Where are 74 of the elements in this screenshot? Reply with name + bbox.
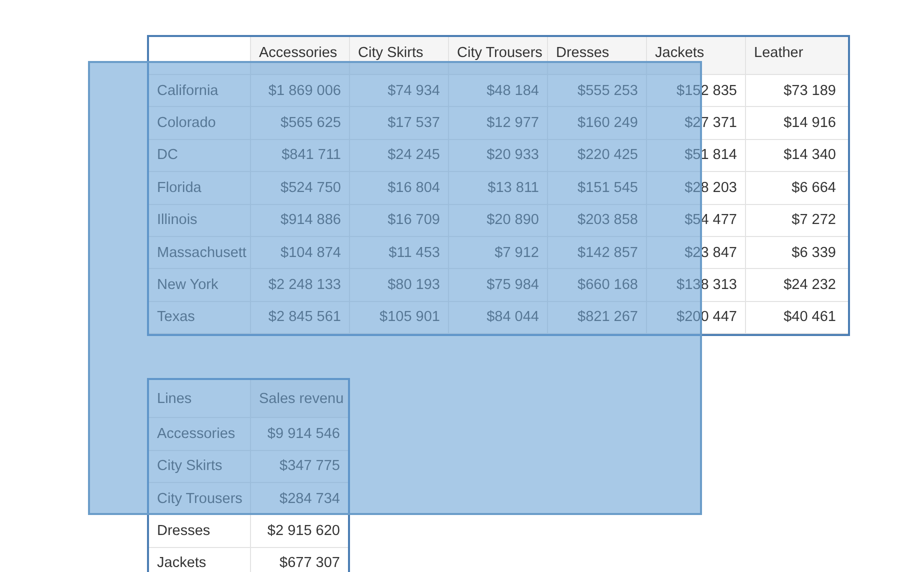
table-cell: $7 912 (448, 236, 547, 268)
table-cell: $6 339 (745, 236, 844, 268)
table-cell: $138 313 (646, 269, 745, 301)
table-cell: $23 847 (646, 236, 745, 268)
header-cell: Dresses (547, 37, 646, 74)
table-cell: $84 044 (448, 302, 547, 334)
table-cell: $74 934 (349, 75, 448, 106)
table-cell: $565 625 (250, 107, 349, 139)
table-cell: $11 453 (349, 236, 448, 268)
table-cell: $1 869 006 (250, 75, 349, 106)
table-cell: $841 711 (250, 140, 349, 172)
row-header: Massachusett (156, 244, 248, 263)
table-cell: $555 253 (547, 75, 646, 106)
table-cell: $17 537 (349, 107, 448, 139)
header-cell: City Trousers (448, 37, 547, 74)
table-cell: $54 477 (646, 204, 745, 236)
table-cell: $821 267 (547, 302, 646, 334)
table-cell: $2 248 133 (250, 269, 349, 301)
table-cell: $284 734 (250, 482, 348, 514)
table-cell: $104 874 (250, 236, 349, 268)
table-cell: $160 249 (547, 107, 646, 139)
table-cell: $20 933 (448, 140, 547, 172)
table-cell: $28 203 (646, 172, 745, 204)
table-cell: $7 272 (745, 204, 844, 236)
table-cell: $660 168 (547, 269, 646, 301)
table-cell: $51 814 (646, 140, 745, 172)
row-header: Jackets (156, 554, 208, 572)
table-cell: $14 340 (745, 140, 844, 172)
table-cell: $27 371 (646, 107, 745, 139)
row-header: City Skirts (156, 457, 224, 476)
header-cell: Sales revenu (250, 380, 348, 418)
table-cell: $24 245 (349, 140, 448, 172)
table-cell: $200 447 (646, 302, 745, 334)
row-header: Accessories (156, 424, 236, 444)
table-cell: $80 193 (349, 269, 448, 301)
table-cell: $142 857 (547, 236, 646, 268)
table-cell: $220 425 (547, 140, 646, 172)
table-cell: $677 307 (250, 548, 348, 572)
row-header: California (156, 82, 220, 101)
table-cell: $20 890 (448, 204, 547, 236)
header-cell: Leather (745, 37, 844, 74)
row-header: City Trousers (156, 490, 244, 509)
table-cell: $152 835 (646, 75, 745, 106)
table-cell: $9 914 546 (250, 418, 348, 450)
row-header: Dresses (156, 522, 212, 541)
table-cell: $105 901 (349, 302, 448, 334)
table-cell: $73 189 (745, 75, 844, 106)
row-header: Texas (156, 308, 196, 328)
table-cell: $48 184 (448, 75, 547, 106)
row-header: Florida (156, 178, 202, 198)
table-cell: $24 232 (745, 269, 844, 301)
table-cell: $14 916 (745, 107, 844, 139)
row-header: DC (156, 146, 179, 166)
table-cell: $6 664 (745, 172, 844, 204)
table-cell: $524 750 (250, 172, 349, 204)
header-cell: Accessories (250, 37, 349, 74)
table-cell: $75 984 (448, 269, 547, 301)
header-cell: Lines (149, 380, 250, 418)
table-cell: $12 977 (448, 107, 547, 139)
table-cell: $2 845 561 (250, 302, 349, 334)
table-cell: $16 709 (349, 204, 448, 236)
row-header: New York (156, 276, 220, 296)
table-cell: $13 811 (448, 172, 547, 204)
header-cell: Jackets (646, 37, 745, 74)
row-header: Colorado (156, 114, 217, 134)
table-cell: $16 804 (349, 172, 448, 204)
table-cell: $2 915 620 (250, 515, 348, 547)
table-cell: $347 775 (250, 450, 348, 482)
table-cell: $151 545 (547, 172, 646, 204)
table-cell: $40 461 (745, 302, 844, 334)
table-cell: $914 886 (250, 204, 349, 236)
row-header: Illinois (156, 211, 198, 230)
header-cell: City Skirts (349, 37, 448, 74)
table-cell: $203 858 (547, 204, 646, 236)
